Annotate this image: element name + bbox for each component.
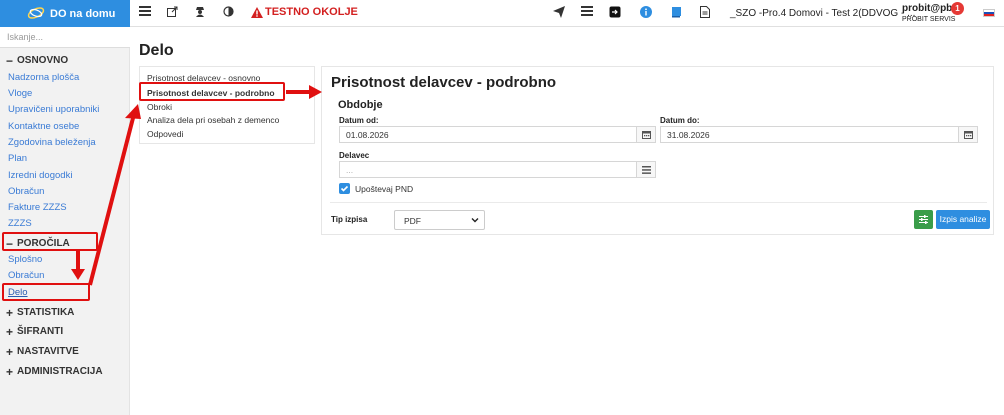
send-icon[interactable] xyxy=(552,6,566,20)
username: probit@pb5 xyxy=(902,3,958,14)
sidebar-item[interactable]: Zgodovina beleženja xyxy=(8,137,96,148)
sidebar-item[interactable]: Izredni dogodki xyxy=(8,170,72,181)
user-menu[interactable]: probit@pb5 PROBIT SERVIS xyxy=(902,3,958,23)
pnd-checkbox[interactable] xyxy=(339,183,350,194)
section-osnovno[interactable]: − OSNOVNO xyxy=(6,53,68,68)
plus-icon: + xyxy=(6,344,14,359)
menu-toggle-icon[interactable] xyxy=(138,6,152,20)
pnd-label: Upoštevaj PND xyxy=(355,184,414,194)
info-icon[interactable] xyxy=(639,6,653,20)
brand[interactable]: DO na domu xyxy=(0,0,130,27)
report-subnav: Prisotnost delavcev - osnovno Prisotnost… xyxy=(139,66,315,144)
subnav-item[interactable]: Odpovedi xyxy=(147,129,183,139)
filter-settings-button[interactable] xyxy=(914,210,933,229)
sidebar-item[interactable]: ZZZS xyxy=(8,218,32,229)
section-nastavitve[interactable]: + NASTAVITVE xyxy=(6,344,79,359)
book-icon[interactable] xyxy=(669,6,683,20)
page-title: Delo xyxy=(139,42,174,59)
check-icon xyxy=(340,185,349,192)
date-from-label: Datum od: xyxy=(339,116,379,125)
highlight-box-subnav xyxy=(139,82,285,101)
plus-icon: + xyxy=(6,364,14,379)
contrast-icon[interactable] xyxy=(221,6,235,20)
list-icon[interactable] xyxy=(580,6,594,20)
organization: PROBIT SERVIS xyxy=(902,16,956,23)
subnav-item[interactable]: Analiza dela pri osebah z demenco xyxy=(147,115,279,125)
highlight-box-delo xyxy=(2,283,90,301)
output-type-value: PDF xyxy=(404,216,421,226)
panel-title: Prisotnost delavcev - podrobno xyxy=(331,74,557,91)
run-analysis-button[interactable]: Izpis analize xyxy=(936,210,990,229)
section-sifranti[interactable]: + ŠIFRANTI xyxy=(6,324,63,339)
worker-placeholder: ... xyxy=(346,165,354,175)
sidebar-item[interactable]: Plan xyxy=(8,153,27,164)
warning-text: TESTNO OKOLJE xyxy=(265,6,358,18)
worker-label: Delavec xyxy=(339,151,370,160)
sliders-icon xyxy=(919,215,928,224)
notification-badge[interactable]: 1 xyxy=(951,2,964,15)
sidebar-item[interactable]: Kontaktne osebe xyxy=(8,121,79,132)
sidebar: Iskanje... − OSNOVNO Nadzorna plošča Vlog… xyxy=(0,27,130,415)
highlight-box-porocila xyxy=(2,232,98,251)
logo-icon xyxy=(27,7,45,19)
date-from-value: 01.08.2026 xyxy=(346,130,389,140)
slovenian-flag-icon[interactable] xyxy=(983,9,995,17)
section-administracija[interactable]: + ADMINISTRACIJA xyxy=(6,364,103,379)
chevron-down-icon xyxy=(471,218,479,223)
list-icon[interactable] xyxy=(636,162,655,177)
brand-name: DO na domu xyxy=(50,8,116,20)
output-type-label: Tip izpisa xyxy=(331,215,368,224)
sidebar-item[interactable]: Vloge xyxy=(8,88,32,99)
minus-icon: − xyxy=(6,53,14,68)
date-to-field[interactable]: 31.08.2026 xyxy=(660,126,978,143)
report-panel: Prisotnost delavcev - podrobno Obdobje D… xyxy=(321,66,994,235)
plus-icon: + xyxy=(6,305,14,320)
section-heading: Obdobje xyxy=(338,99,383,111)
user-secret-icon[interactable] xyxy=(193,6,207,20)
top-bar: DO na domu TESTNO OKOLJE _SZO -Pro.4 Dom… xyxy=(0,0,1004,27)
sidebar-item[interactable]: Nadzorna plošča xyxy=(8,72,79,83)
sidebar-item[interactable]: Fakture ZZZS xyxy=(8,202,67,213)
sidebar-item[interactable]: Obračun xyxy=(8,186,44,197)
date-to-value: 31.08.2026 xyxy=(667,130,710,140)
context-label[interactable]: _SZO -Pro.4 Domovi - Test 2(DDVOG - ... xyxy=(730,8,915,19)
external-link-icon[interactable] xyxy=(165,6,179,20)
sidebar-item[interactable]: Obračun xyxy=(8,270,44,281)
calendar-icon[interactable] xyxy=(636,127,655,142)
date-from-field[interactable]: 01.08.2026 xyxy=(339,126,656,143)
calendar-icon[interactable] xyxy=(958,127,977,142)
sidebar-item[interactable]: Upravičeni uporabniki xyxy=(8,104,99,115)
worker-field[interactable]: ... xyxy=(339,161,656,178)
test-environment-warning: TESTNO OKOLJE xyxy=(251,6,358,18)
divider xyxy=(330,202,987,203)
output-type-select[interactable]: PDF xyxy=(394,210,485,230)
document-icon[interactable] xyxy=(698,6,712,20)
sign-out-icon[interactable] xyxy=(608,6,622,20)
date-to-label: Datum do: xyxy=(660,116,700,125)
subnav-item[interactable]: Obroki xyxy=(147,102,172,112)
sidebar-search-input[interactable]: Iskanje... xyxy=(0,27,130,48)
plus-icon: + xyxy=(6,324,14,339)
warning-icon xyxy=(251,6,263,18)
sidebar-item[interactable]: Splošno xyxy=(8,254,42,265)
section-statistika[interactable]: + STATISTIKA xyxy=(6,305,74,320)
